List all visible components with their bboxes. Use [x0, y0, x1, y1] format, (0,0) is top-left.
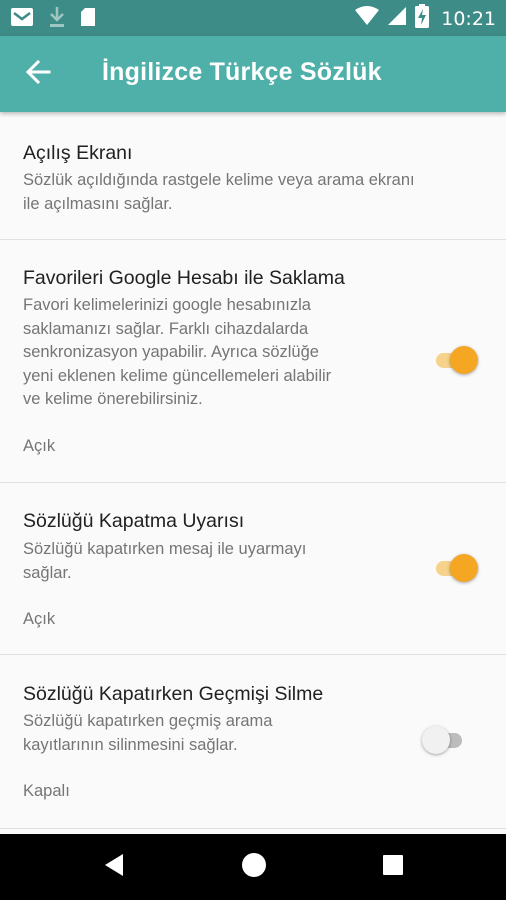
wifi-icon [355, 6, 380, 31]
back-triangle-icon [103, 853, 125, 882]
pref-state: Kapalı [23, 782, 70, 800]
pref-acilis-ekrani[interactable]: Açılış Ekranı Sözlük açıldığında rastgel… [0, 112, 506, 240]
status-bar: 10:21 [0, 0, 506, 36]
nav-back-button[interactable] [99, 852, 129, 882]
pref-title: Açılış Ekranı [23, 142, 133, 164]
pref-summary: Favori kelimelerinizi google hesabınızla… [23, 296, 332, 408]
pref-title: Sözlüğü Kapatma Uyarısı [23, 510, 245, 532]
pref-state: Açık [23, 610, 56, 628]
mail-icon [10, 7, 34, 32]
nav-home-button[interactable] [239, 852, 269, 882]
navigation-bar [0, 834, 506, 900]
clear-history-switch[interactable] [422, 725, 468, 755]
app-bar: İngilizce Türkçe Sözlük [0, 36, 506, 112]
battery-charging-icon [415, 4, 430, 33]
favorites-sync-switch[interactable] [432, 345, 478, 375]
signal-icon [387, 6, 407, 31]
back-button[interactable] [16, 54, 60, 94]
sd-card-icon [80, 7, 96, 32]
pref-summary: Sözlük açıldığında rastgele kelime veya … [23, 171, 415, 213]
pref-title: Sözlüğü Kapatırken Geçmişi Silme [23, 683, 324, 705]
pref-summary: Sözlüğü kapatırken geçmiş arama kayıtlar… [23, 712, 273, 754]
pref-summary: Sözlüğü kapatırken mesaj ile uyarmayı sa… [23, 540, 307, 582]
nav-recents-button[interactable] [378, 852, 408, 882]
settings-list: Açılış Ekranı Sözlük açıldığında rastgel… [0, 112, 506, 834]
page-title: İngilizce Türkçe Sözlük [102, 58, 382, 86]
pref-gecmisi-silme[interactable]: Sözlüğü Kapatırken Geçmişi Silme Sözlüğü… [0, 655, 506, 829]
pref-title: Favorileri Google Hesabı ile Saklama [23, 267, 345, 289]
close-warning-switch[interactable] [432, 553, 478, 583]
download-icon [48, 6, 66, 33]
pref-state: Açık [23, 437, 56, 455]
pref-kapatma-uyarisi[interactable]: Sözlüğü Kapatma Uyarısı Sözlüğü kapatırk… [0, 483, 506, 655]
recents-square-icon [382, 854, 404, 881]
arrow-back-icon [25, 59, 51, 89]
clock: 10:21 [441, 7, 496, 30]
pref-favorileri-saklama[interactable]: Favorileri Google Hesabı ile Saklama Fav… [0, 240, 506, 483]
home-circle-icon [241, 852, 267, 883]
